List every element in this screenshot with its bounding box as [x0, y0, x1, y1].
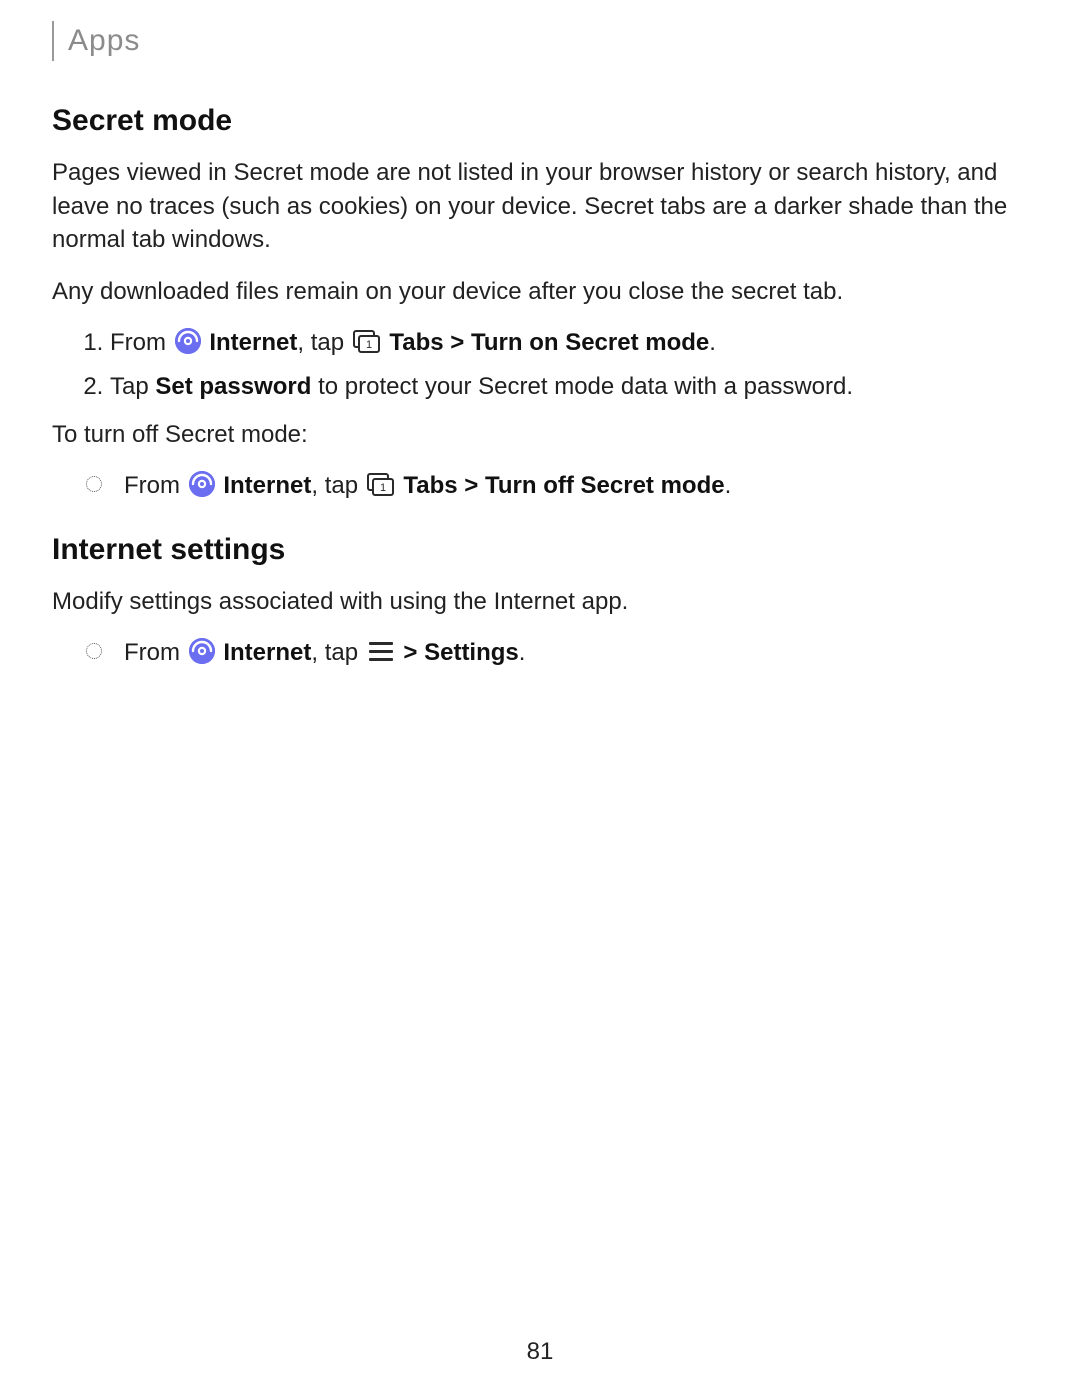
menu-icon [369, 642, 393, 662]
tabs-count-label: 1 [380, 482, 386, 494]
page-header: Apps [52, 20, 1028, 62]
step1-tabs-label: Tabs [389, 329, 443, 356]
turnoff-tabs-label: Tabs [403, 472, 457, 499]
step2-pre: Tap [110, 373, 155, 400]
secret-mode-steps: From Internet, tap 1 [52, 326, 1028, 403]
internet-settings-step: From Internet, tap > Settings. [86, 636, 1028, 670]
step1-end: . [709, 329, 716, 356]
heading-internet-settings: Internet settings [52, 529, 1028, 571]
internet-icon [189, 471, 215, 497]
header-section-title: Apps [68, 20, 140, 62]
internet-icon [175, 328, 201, 354]
turnoff-from: From [124, 472, 187, 499]
settings-tap: , tap [311, 639, 364, 666]
header-divider [52, 21, 54, 61]
step1-sep: > [444, 329, 471, 356]
tabs-count-label: 1 [366, 339, 372, 351]
turnoff-end: . [725, 472, 732, 499]
tabs-icon: 1 [367, 473, 395, 497]
settings-internet-label: Internet [223, 639, 311, 666]
step2-post: to protect your Secret mode data with a … [311, 373, 853, 400]
internet-icon [189, 638, 215, 664]
step1-action: Turn on Secret mode [471, 329, 709, 356]
turn-off-list: From Internet, tap 1 [52, 469, 1028, 503]
secret-mode-description-1: Pages viewed in Secret mode are not list… [52, 156, 1028, 257]
turnoff-sep: > [458, 472, 485, 499]
turnoff-tap: , tap [311, 472, 364, 499]
settings-action: Settings [424, 639, 519, 666]
step-1: From Internet, tap 1 [110, 326, 1028, 360]
secret-mode-description-2: Any downloaded files remain on your devi… [52, 275, 1028, 309]
settings-from: From [124, 639, 187, 666]
turnoff-internet-label: Internet [223, 472, 311, 499]
turnoff-action: Turn off Secret mode [485, 472, 725, 499]
round-bullet-icon [86, 643, 102, 659]
step-2: Tap Set password to protect your Secret … [110, 370, 1028, 404]
step1-internet-label: Internet [209, 329, 297, 356]
turn-off-step: From Internet, tap 1 [86, 469, 1028, 503]
internet-settings-list: From Internet, tap > Settings. [52, 636, 1028, 670]
step2-bold: Set password [155, 373, 311, 400]
internet-settings-description: Modify settings associated with using th… [52, 585, 1028, 619]
page-number: 81 [0, 1335, 1080, 1369]
settings-end: . [519, 639, 526, 666]
step1-from: From [110, 329, 173, 356]
settings-sep: > [403, 639, 424, 666]
tabs-icon: 1 [353, 330, 381, 354]
heading-secret-mode: Secret mode [52, 100, 1028, 142]
step1-tap: , tap [297, 329, 350, 356]
turn-off-intro: To turn off Secret mode: [52, 418, 1028, 452]
page-content: Apps Secret mode Pages viewed in Secret … [0, 0, 1080, 670]
round-bullet-icon [86, 476, 102, 492]
